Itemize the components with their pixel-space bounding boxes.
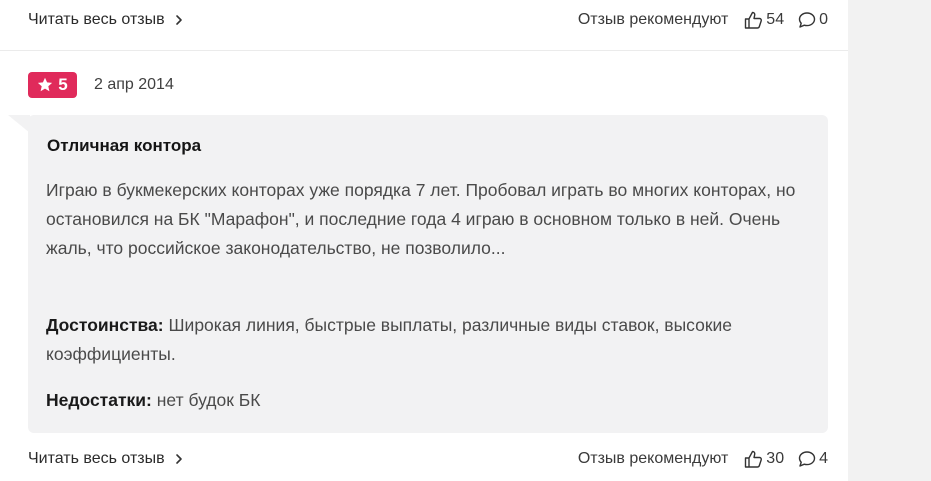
read-more-label: Читать весь отзыв <box>28 11 165 28</box>
comments-count: 0 <box>819 11 828 28</box>
pros-label: Достоинства: <box>46 315 164 335</box>
comments-button[interactable]: 0 <box>798 11 828 29</box>
recommend-label: Отзыв рекомендуют <box>577 11 729 28</box>
rating-value: 5 <box>58 75 68 94</box>
review-stats: Отзыв рекомендуют 30 4 <box>578 450 828 468</box>
comments-button[interactable]: 4 <box>798 450 828 468</box>
recommend-label: Отзыв рекомендуют <box>577 450 729 467</box>
like-button[interactable]: 54 <box>744 11 784 29</box>
read-full-review-link[interactable]: Читать весь отзыв <box>28 11 184 29</box>
review-stats: Отзыв рекомендуют 54 0 <box>578 11 828 29</box>
comments-count: 4 <box>819 450 828 467</box>
review-date: 2 апр 2014 <box>94 76 174 93</box>
comment-icon <box>798 12 816 28</box>
star-icon <box>38 77 53 92</box>
like-button[interactable]: 30 <box>744 450 784 468</box>
review-divider <box>0 50 848 51</box>
review-cons: Недостатки: нет будок БК <box>46 386 816 415</box>
comment-icon <box>798 451 816 467</box>
chevron-right-icon <box>175 15 182 25</box>
chevron-right-icon <box>175 454 182 464</box>
thumbs-up-icon <box>745 450 763 468</box>
reviews-column: Читать весь отзыв Отзыв рекомендуют 54 0… <box>0 0 848 481</box>
rating-badge: 5 <box>28 72 77 98</box>
cons-text: нет будок БК <box>156 390 261 410</box>
read-more-label: Читать весь отзыв <box>28 450 165 467</box>
thumbs-up-icon <box>745 11 763 29</box>
cons-label: Недостатки: <box>46 390 152 410</box>
review-pros: Достоинства: Широкая линия, быстрые выпл… <box>46 311 816 369</box>
bubble-tail <box>8 115 30 133</box>
read-full-review-link[interactable]: Читать весь отзыв <box>28 450 184 468</box>
likes-count: 54 <box>766 11 785 28</box>
review-text: Играю в букмекерских конторах уже порядк… <box>46 180 796 258</box>
previous-review-footer: Читать весь отзыв Отзыв рекомендуют 54 0 <box>28 8 828 32</box>
review-title: Отличная контора <box>47 136 202 155</box>
likes-count: 30 <box>766 450 785 467</box>
review-footer: Читать весь отзыв Отзыв рекомендуют 30 4 <box>28 447 828 471</box>
right-gutter <box>848 0 931 481</box>
